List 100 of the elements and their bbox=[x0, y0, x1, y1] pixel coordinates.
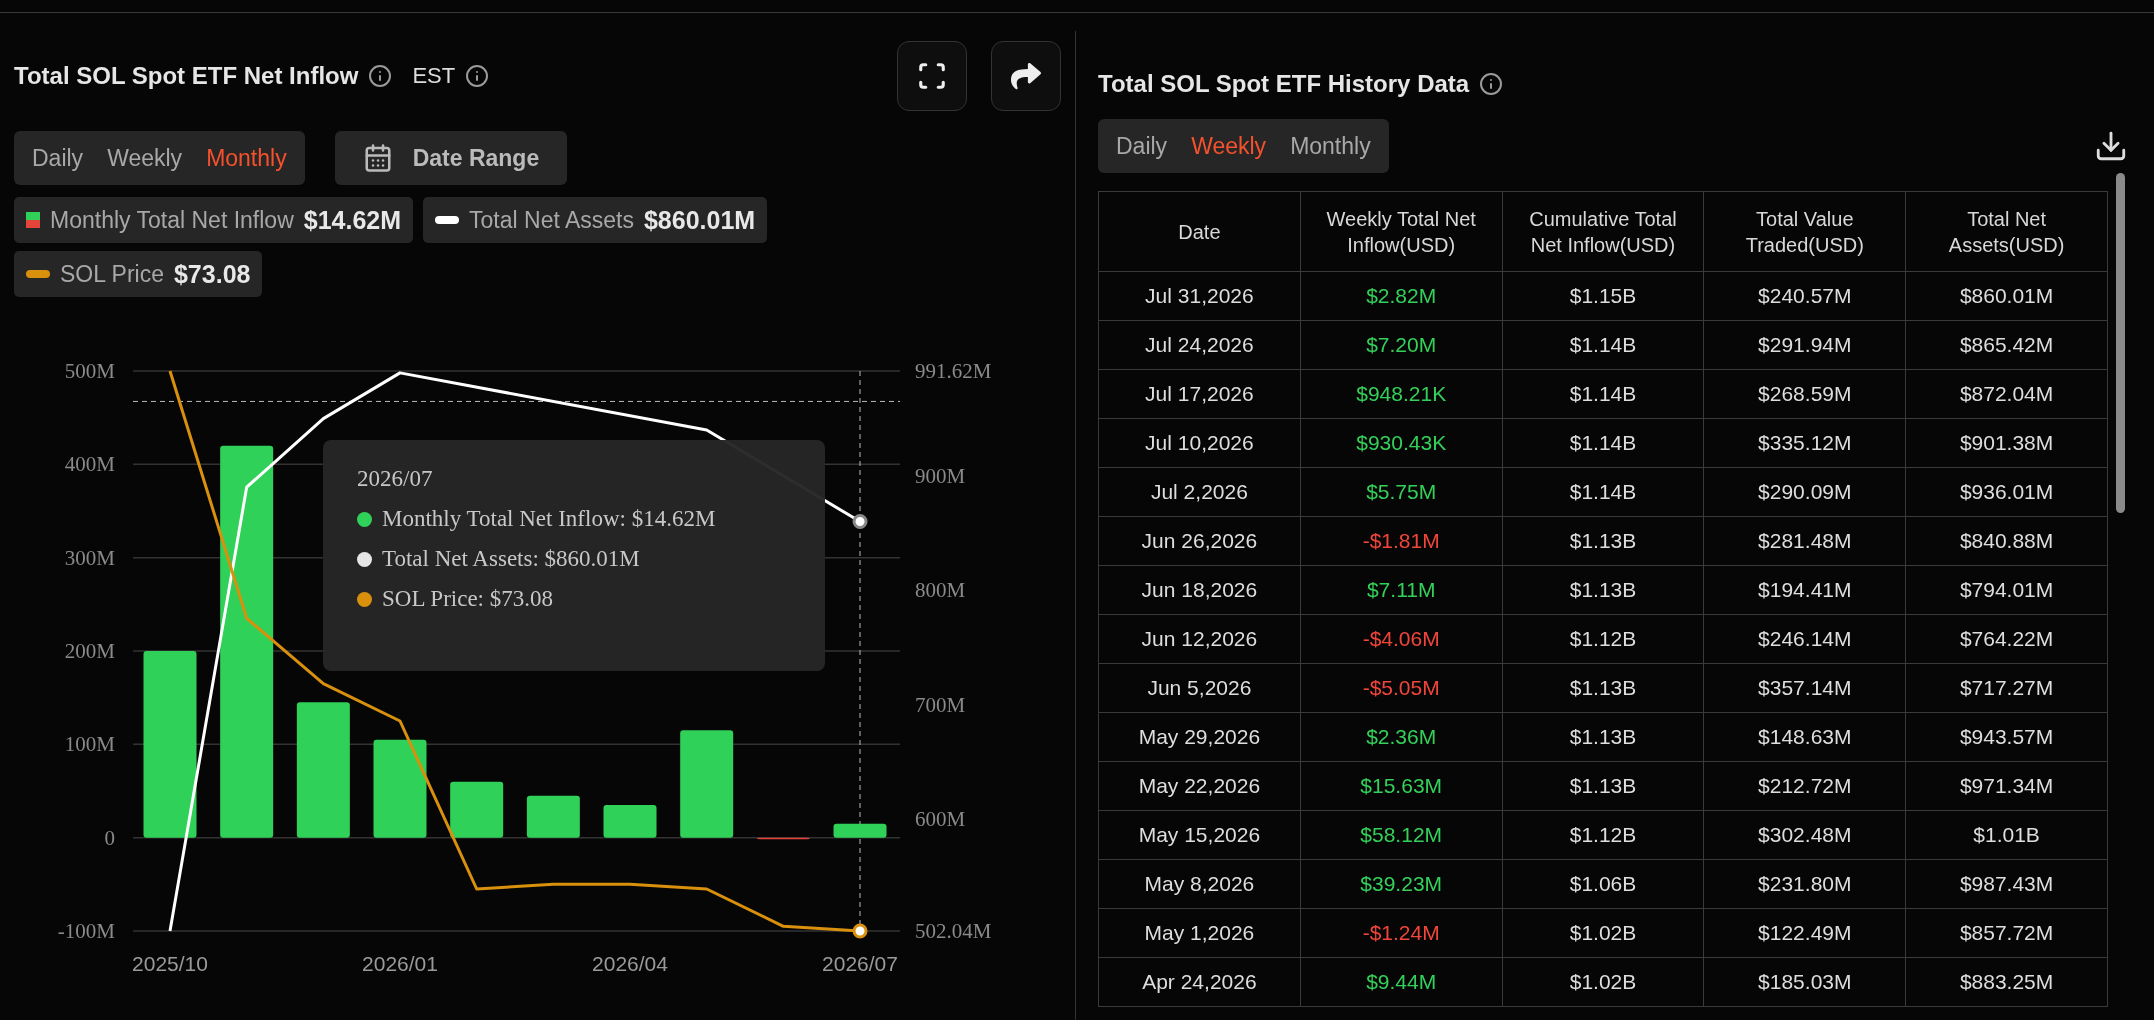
column-header[interactable]: Weekly Total Net Inflow(USD) bbox=[1300, 191, 1503, 272]
table-cell: Jul 31,2026 bbox=[1098, 271, 1301, 321]
column-header[interactable]: Total Net Assets(USD) bbox=[1905, 191, 2108, 272]
table-cell: $1.14B bbox=[1502, 467, 1704, 517]
table-cell: $291.94M bbox=[1703, 320, 1906, 370]
column-header[interactable]: Cumulative Total Net Inflow(USD) bbox=[1502, 191, 1704, 272]
tooltip-text: Total Net Assets: $860.01M bbox=[382, 546, 640, 572]
axis-label: 2026/04 bbox=[592, 952, 668, 975]
table-cell: $290.09M bbox=[1703, 467, 1906, 517]
table-cell: Jul 17,2026 bbox=[1098, 369, 1301, 419]
table-cell: May 29,2026 bbox=[1098, 712, 1301, 762]
table-cell: $302.48M bbox=[1703, 810, 1906, 860]
table-cell: $971.34M bbox=[1905, 761, 2108, 811]
table-cell: -$5.05M bbox=[1300, 663, 1503, 713]
table-cell: $185.03M bbox=[1703, 957, 1906, 1007]
table-cell: May 8,2026 bbox=[1098, 859, 1301, 909]
axis-label: 900M bbox=[915, 463, 966, 488]
period-tab[interactable]: Daily bbox=[20, 144, 96, 172]
table-cell: $1.13B bbox=[1502, 712, 1704, 762]
table-cell: $1.13B bbox=[1502, 663, 1704, 713]
table-cell: $7.11M bbox=[1300, 565, 1503, 615]
axis-label: 100M bbox=[64, 732, 115, 757]
date-range-button[interactable]: Date Range bbox=[334, 131, 568, 185]
table-cell: $7.20M bbox=[1300, 320, 1503, 370]
table-cell: $1.14B bbox=[1502, 369, 1704, 419]
table-cell: $1.15B bbox=[1502, 271, 1704, 321]
legend-chip[interactable]: Monthly Total Net Inflow $14.62M bbox=[14, 197, 414, 243]
axis-label: 200M bbox=[64, 639, 115, 663]
table-cell: $1.01B bbox=[1905, 810, 2108, 860]
table-cell: $148.63M bbox=[1703, 712, 1906, 762]
table-cell: $883.25M bbox=[1905, 957, 2108, 1007]
table-cell: $2.82M bbox=[1300, 271, 1503, 321]
column-header[interactable]: Date bbox=[1098, 191, 1301, 272]
table-cell: Jul 2,2026 bbox=[1098, 467, 1301, 517]
axis-label: 991.62M bbox=[915, 359, 992, 383]
table-title: Total SOL Spot ETF History Data bbox=[1098, 70, 1470, 98]
legend-label: SOL Price bbox=[60, 260, 164, 288]
table-cell: $1.06B bbox=[1502, 859, 1704, 909]
table-cell: Jun 12,2026 bbox=[1098, 614, 1301, 664]
table-cell: May 15,2026 bbox=[1098, 810, 1301, 860]
tooltip-title: 2026/07 bbox=[357, 466, 434, 492]
table-cell: Jul 10,2026 bbox=[1098, 418, 1301, 468]
period-tab[interactable]: Monthly bbox=[1278, 132, 1383, 160]
table-cell: -$1.24M bbox=[1300, 908, 1503, 958]
table-cell: $987.43M bbox=[1905, 859, 2108, 909]
legend-value: $860.01M bbox=[643, 205, 756, 235]
table-cell: $240.57M bbox=[1703, 271, 1906, 321]
period-tab[interactable]: Weekly bbox=[1179, 132, 1279, 160]
axis-label: 700M bbox=[915, 692, 966, 717]
axis-label: 2025/10 bbox=[132, 952, 208, 975]
table-cell: $335.12M bbox=[1703, 418, 1906, 468]
table-cell: May 22,2026 bbox=[1098, 761, 1301, 811]
column-header[interactable]: Total Value Traded(USD) bbox=[1703, 191, 1906, 272]
table-cell: $930.43K bbox=[1300, 418, 1503, 468]
table-cell: $9.44M bbox=[1300, 957, 1503, 1007]
table-cell: -$1.81M bbox=[1300, 516, 1503, 566]
table-cell: $39.23M bbox=[1300, 859, 1503, 909]
table-cell: Jun 5,2026 bbox=[1098, 663, 1301, 713]
table-cell: $857.72M bbox=[1905, 908, 2108, 958]
axis-label: 2026/01 bbox=[362, 952, 438, 975]
table-cell: $943.57M bbox=[1905, 712, 2108, 762]
table-cell: Apr 24,2026 bbox=[1098, 957, 1301, 1007]
table-cell: $268.59M bbox=[1703, 369, 1906, 419]
table-cell: $901.38M bbox=[1905, 418, 2108, 468]
table-cell: $15.63M bbox=[1300, 761, 1503, 811]
table-cell: $194.41M bbox=[1703, 565, 1906, 615]
legend-label: Total Net Assets bbox=[469, 206, 634, 234]
table-cell: $764.22M bbox=[1905, 614, 2108, 664]
axis-label: 400M bbox=[64, 452, 115, 477]
axis-label: 800M bbox=[915, 578, 966, 603]
table-cell: $231.80M bbox=[1703, 859, 1906, 909]
table-cell: $1.14B bbox=[1502, 320, 1704, 370]
axis-label: 0 bbox=[104, 825, 115, 850]
table-cell: $58.12M bbox=[1300, 810, 1503, 860]
table-cell: $5.75M bbox=[1300, 467, 1503, 517]
table-cell: $717.27M bbox=[1905, 663, 2108, 713]
table-cell: $860.01M bbox=[1905, 271, 2108, 321]
axis-label: 2026/07 bbox=[822, 952, 898, 975]
table-cell: $1.14B bbox=[1502, 418, 1704, 468]
table-cell: Jun 26,2026 bbox=[1098, 516, 1301, 566]
table-cell: $1.12B bbox=[1502, 810, 1704, 860]
table-cell: $1.02B bbox=[1502, 908, 1704, 958]
table-cell: $794.01M bbox=[1905, 565, 2108, 615]
period-tab[interactable]: Weekly bbox=[95, 144, 195, 172]
table-cell: $1.13B bbox=[1502, 516, 1704, 566]
period-tab[interactable]: Monthly bbox=[194, 144, 299, 172]
table-cell: $872.04M bbox=[1905, 369, 2108, 419]
table-cell: $1.13B bbox=[1502, 565, 1704, 615]
tooltip-text: Monthly Total Net Inflow: $14.62M bbox=[382, 506, 716, 532]
legend-chip[interactable]: Total Net Assets $860.01M bbox=[423, 197, 768, 243]
legend-value: $73.08 bbox=[173, 259, 251, 289]
table-cell: Jun 18,2026 bbox=[1098, 565, 1301, 615]
legend-chip[interactable]: SOL Price $73.08 bbox=[14, 251, 263, 297]
axis-label: 300M bbox=[64, 545, 115, 570]
period-tab[interactable]: Daily bbox=[1104, 132, 1180, 160]
legend-label: Monthly Total Net Inflow bbox=[50, 206, 294, 234]
table-cell: $281.48M bbox=[1703, 516, 1906, 566]
table-cell: $948.21K bbox=[1300, 369, 1503, 419]
table-cell: $1.12B bbox=[1502, 614, 1704, 664]
table-cell: $1.02B bbox=[1502, 957, 1704, 1007]
